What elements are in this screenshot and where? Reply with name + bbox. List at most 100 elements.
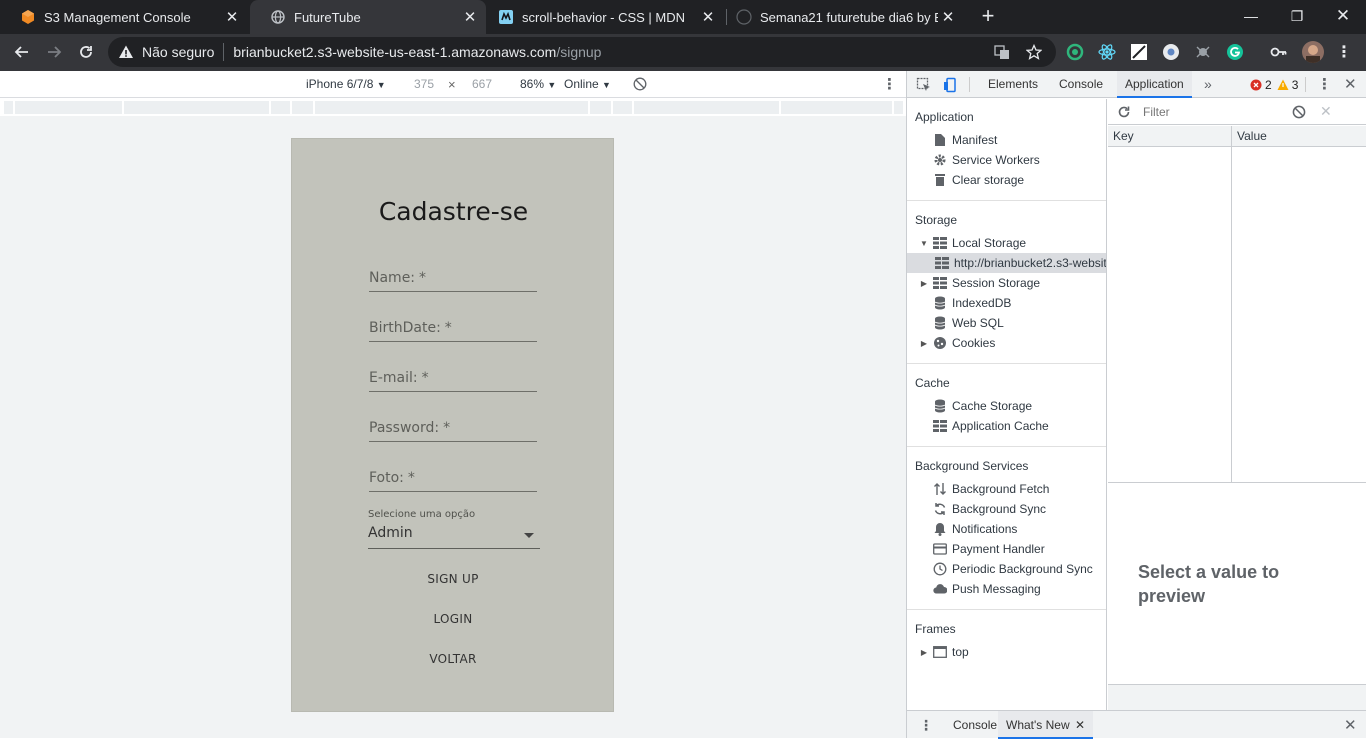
close-tab-icon[interactable]: ✕ <box>698 7 718 27</box>
close-tab-icon[interactable]: ✕ <box>460 7 480 27</box>
more-tabs-icon[interactable]: » <box>1204 76 1212 92</box>
signup-button[interactable]: SIGN UP <box>403 564 503 594</box>
extension-grammarly-icon[interactable] <box>1065 42 1085 62</box>
reload-button[interactable] <box>72 38 100 66</box>
expanded-triangle-icon[interactable]: ▼ <box>919 239 929 248</box>
close-drawer-icon[interactable]: ✕ <box>1344 716 1357 734</box>
sidebar-item-session-storage[interactable]: ▶ Session Storage <box>907 273 1106 293</box>
collapsed-triangle-icon[interactable]: ▶ <box>919 339 929 348</box>
forward-button[interactable] <box>40 38 68 66</box>
ruler-segment[interactable] <box>124 101 270 114</box>
column-header-key[interactable]: Key <box>1113 129 1134 143</box>
tab-application[interactable]: Application <box>1117 71 1192 98</box>
extension-react-icon[interactable] <box>1097 42 1117 62</box>
tab-elements[interactable]: Elements <box>980 71 1046 98</box>
close-devtools-icon[interactable]: ✕ <box>1344 75 1357 93</box>
security-label[interactable]: Não seguro <box>142 44 214 60</box>
sidebar-item-local-storage[interactable]: ▼ Local Storage <box>907 233 1106 253</box>
issues-counter[interactable]: 2 3 <box>1250 78 1298 92</box>
device-height[interactable]: 667 <box>472 77 492 91</box>
key-icon[interactable] <box>1269 42 1289 62</box>
sidebar-item-periodic-background-sync[interactable]: Periodic Background Sync <box>907 559 1106 579</box>
extension-g-icon[interactable] <box>1225 42 1245 62</box>
column-header-value[interactable]: Value <box>1237 129 1267 143</box>
close-tab-icon[interactable]: ✕ <box>938 7 958 27</box>
url-path[interactable]: /signup <box>556 44 601 60</box>
sidebar-item-local-storage-origin[interactable]: http://brianbucket2.s3-website <box>907 253 1106 273</box>
restore-button[interactable]: ❐ <box>1274 0 1320 32</box>
sidebar-item-push-messaging[interactable]: Push Messaging <box>907 579 1106 599</box>
browser-tab-github[interactable]: Semana21 futuretube dia6 by Bri ✕ <box>716 0 964 34</box>
network-select[interactable]: Online ▼ <box>564 77 611 91</box>
close-window-button[interactable]: ✕ <box>1320 0 1366 32</box>
ruler-segment[interactable] <box>781 101 893 114</box>
star-icon[interactable] <box>1024 42 1044 62</box>
sidebar-item-cache-storage[interactable]: Cache Storage <box>907 396 1106 416</box>
new-tab-button[interactable]: + <box>976 5 1000 29</box>
ruler-segment[interactable] <box>271 101 291 114</box>
login-button[interactable]: LOGIN <box>403 604 503 634</box>
drawer-menu-icon[interactable]: ⋮ <box>919 717 933 734</box>
close-tab-icon[interactable]: ✕ <box>222 7 242 27</box>
sidebar-item-background-fetch[interactable]: Background Fetch <box>907 479 1106 499</box>
zoom-select[interactable]: 86% ▼ <box>520 77 556 91</box>
warning-icon[interactable] <box>118 44 134 60</box>
sidebar-item-notifications[interactable]: Notifications <box>907 519 1106 539</box>
filter-input[interactable] <box>1140 102 1274 121</box>
inspect-element-icon[interactable] <box>914 75 934 95</box>
browser-tab-s3[interactable]: S3 Management Console ✕ <box>0 0 248 34</box>
refresh-icon[interactable] <box>1116 104 1132 120</box>
sidebar-item-web-sql[interactable]: Web SQL <box>907 313 1106 333</box>
drawer-tab-console[interactable]: Console <box>945 711 1005 739</box>
browser-tab-futuretube[interactable]: FutureTube ✕ <box>250 0 486 34</box>
url-host[interactable]: brianbucket2.s3-website-us-east-1.amazon… <box>233 44 556 60</box>
tab-console[interactable]: Console <box>1051 71 1111 98</box>
name-field[interactable]: Name: * <box>369 266 537 292</box>
ruler-segment[interactable] <box>315 101 589 114</box>
back-button[interactable] <box>8 38 36 66</box>
sidebar-item-cookies[interactable]: ▶ Cookies <box>907 333 1106 353</box>
collapsed-triangle-icon[interactable]: ▶ <box>919 279 929 288</box>
drawer-tab-whats-new[interactable]: What's New ✕ <box>998 711 1094 739</box>
extension-snip-icon[interactable] <box>1129 42 1149 62</box>
close-icon[interactable]: ✕ <box>1075 718 1085 732</box>
ruler-segment[interactable] <box>292 101 314 114</box>
sidebar-item-payment-handler[interactable]: Payment Handler <box>907 539 1106 559</box>
delete-selected-icon[interactable]: ✕ <box>1320 103 1332 120</box>
foto-field[interactable]: Foto: * <box>369 466 537 492</box>
device-select[interactable]: iPhone 6/7/8 ▼ <box>306 77 386 91</box>
password-field[interactable]: Password: * <box>369 416 537 442</box>
sidebar-item-manifest[interactable]: Manifest <box>907 130 1106 150</box>
devtools-menu-icon[interactable]: ⋮ <box>1317 75 1332 93</box>
sidebar-item-indexeddb[interactable]: IndexedDB <box>907 293 1106 313</box>
voltar-button[interactable]: VOLTAR <box>403 644 503 674</box>
avatar[interactable] <box>1302 41 1324 63</box>
birthdate-field[interactable]: BirthDate: * <box>369 316 537 342</box>
sidebar-item-frame-top[interactable]: ▶ top <box>907 642 1106 662</box>
ruler-segment[interactable] <box>894 101 904 114</box>
address-bar[interactable]: Não seguro brianbucket2.s3-website-us-ea… <box>108 37 1056 67</box>
minimize-button[interactable]: — <box>1228 0 1274 32</box>
extension-bug-icon[interactable] <box>1193 42 1213 62</box>
ruler-segment[interactable] <box>15 101 123 114</box>
ruler-segment[interactable] <box>4 101 14 114</box>
role-select[interactable]: Admin <box>368 525 540 549</box>
translate-icon[interactable] <box>992 42 1012 62</box>
sidebar-item-background-sync[interactable]: Background Sync <box>907 499 1106 519</box>
rotate-icon[interactable] <box>633 77 647 91</box>
ruler-segment[interactable] <box>613 101 633 114</box>
ruler-segment[interactable] <box>590 101 612 114</box>
menu-icon[interactable]: ⋮ <box>1334 42 1354 62</box>
device-more-icon[interactable]: ⋮ <box>882 75 897 93</box>
sidebar-item-service-workers[interactable]: Service Workers <box>907 150 1106 170</box>
device-width[interactable]: 375 <box>414 77 434 91</box>
clear-all-icon[interactable] <box>1292 105 1306 119</box>
email-field[interactable]: E-mail: * <box>369 366 537 392</box>
sidebar-item-clear-storage[interactable]: Clear storage <box>907 170 1106 190</box>
browser-tab-mdn[interactable]: scroll-behavior - CSS | MDN ✕ <box>478 0 724 34</box>
ruler-segment[interactable] <box>634 101 780 114</box>
device-toggle-icon[interactable] <box>940 75 960 95</box>
extension-circle-icon[interactable] <box>1161 42 1181 62</box>
sidebar-item-application-cache[interactable]: Application Cache <box>907 416 1106 436</box>
collapsed-triangle-icon[interactable]: ▶ <box>919 648 929 657</box>
